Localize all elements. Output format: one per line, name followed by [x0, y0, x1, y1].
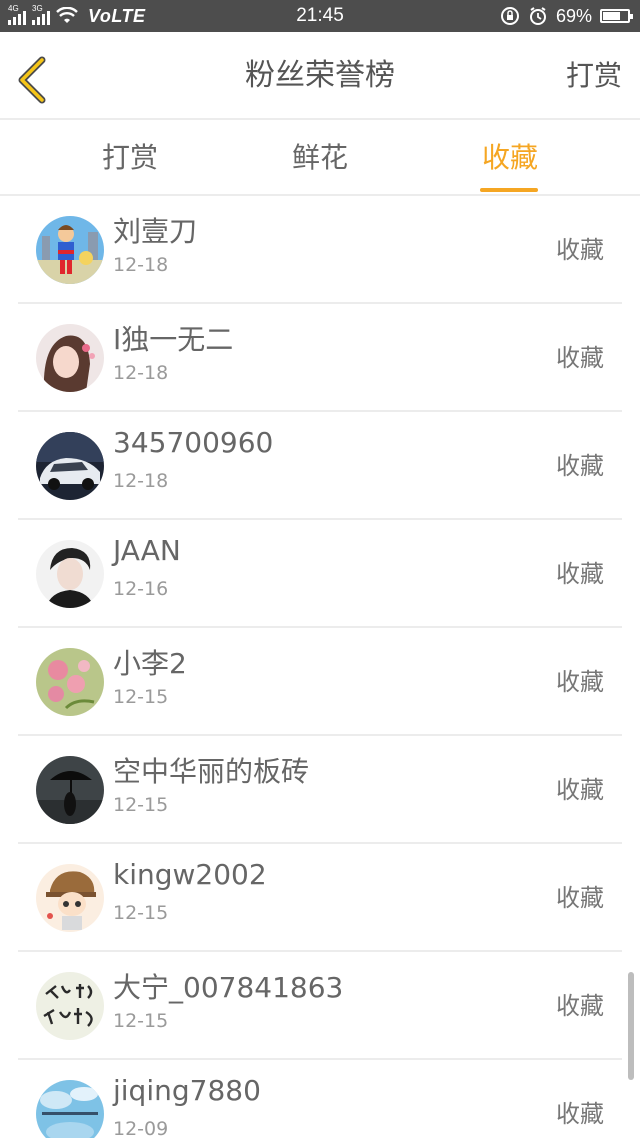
username: 小李2: [113, 647, 187, 680]
fan-list: 刘壹刀 12-18 收藏 I独一无二 12-18 收藏 345700960 12…: [0, 196, 640, 1138]
list-item[interactable]: I独一无二 12-18 收藏: [18, 304, 622, 412]
username: 空中华丽的板砖: [113, 755, 310, 788]
username: 刘壹刀: [113, 215, 198, 248]
status-right: 69%: [500, 0, 633, 32]
action-label: 收藏: [556, 344, 604, 372]
avatar: [36, 432, 104, 500]
action-label: 收藏: [556, 452, 604, 480]
action-label: 收藏: [556, 236, 604, 264]
avatar: [36, 756, 104, 824]
list-item[interactable]: 345700960 12-18 收藏: [18, 412, 622, 520]
avatar: [36, 324, 104, 392]
list-item[interactable]: kingw2002 12-15 收藏: [18, 844, 622, 952]
date: 12-18: [113, 362, 169, 384]
date: 12-15: [113, 686, 169, 708]
action-label: 收藏: [556, 1100, 604, 1128]
battery-percent: 69%: [555, 5, 592, 26]
action-label: 收藏: [556, 776, 604, 804]
alarm-icon: [529, 7, 546, 25]
status-bar: 4G 3G VoLTE 21:45 69%: [0, 0, 640, 32]
action-label: 收藏: [556, 668, 604, 696]
list-item[interactable]: 大宁_007841863 12-15 收藏: [18, 952, 622, 1060]
date: 12-18: [113, 254, 169, 276]
avatar: [36, 972, 104, 1040]
avatar: [36, 864, 104, 932]
tab-label: 收藏: [481, 141, 538, 174]
date: 12-16: [113, 578, 169, 600]
username: I独一无二: [113, 323, 234, 356]
rotation-lock-icon: [500, 7, 519, 25]
avatar: [36, 648, 104, 716]
action-label: 收藏: [556, 560, 604, 588]
page-title: 粉丝荣誉榜: [245, 58, 395, 93]
scrollbar[interactable]: [628, 972, 634, 1080]
reward-button[interactable]: 打赏: [566, 32, 622, 120]
tab-flowers[interactable]: 鲜花: [260, 120, 380, 196]
username: jiqing7880: [113, 1074, 261, 1107]
date: 12-18: [113, 470, 169, 492]
battery-icon: [600, 9, 633, 23]
tab-reward[interactable]: 打赏: [70, 120, 190, 196]
username: JAAN: [113, 534, 181, 567]
tab-favorites[interactable]: 收藏: [450, 120, 570, 196]
username: 大宁_007841863: [113, 971, 344, 1004]
date: 12-15: [113, 902, 169, 924]
action-label: 收藏: [556, 884, 604, 912]
date: 12-09: [113, 1118, 169, 1138]
avatar: [36, 216, 104, 284]
list-item[interactable]: 空中华丽的板砖 12-15 收藏: [18, 736, 622, 844]
avatar: [36, 540, 104, 608]
avatar: [36, 1080, 104, 1138]
tab-label: 鲜花: [291, 141, 348, 174]
username: 345700960: [113, 426, 274, 459]
username: kingw2002: [113, 858, 267, 891]
list-item[interactable]: 刘壹刀 12-18 收藏: [18, 196, 622, 304]
active-tab-indicator: [480, 188, 538, 192]
title-bar: 粉丝荣誉榜 打赏: [0, 32, 640, 120]
tab-label: 打赏: [101, 141, 158, 174]
date: 12-15: [113, 1010, 169, 1032]
list-item[interactable]: jiqing7880 12-09 收藏: [18, 1060, 622, 1138]
date: 12-15: [113, 794, 169, 816]
action-label: 收藏: [556, 992, 604, 1020]
list-item[interactable]: JAAN 12-16 收藏: [18, 520, 622, 628]
list-item[interactable]: 小李2 12-15 收藏: [18, 628, 622, 736]
tab-bar: 打赏 鲜花 收藏: [0, 120, 640, 196]
